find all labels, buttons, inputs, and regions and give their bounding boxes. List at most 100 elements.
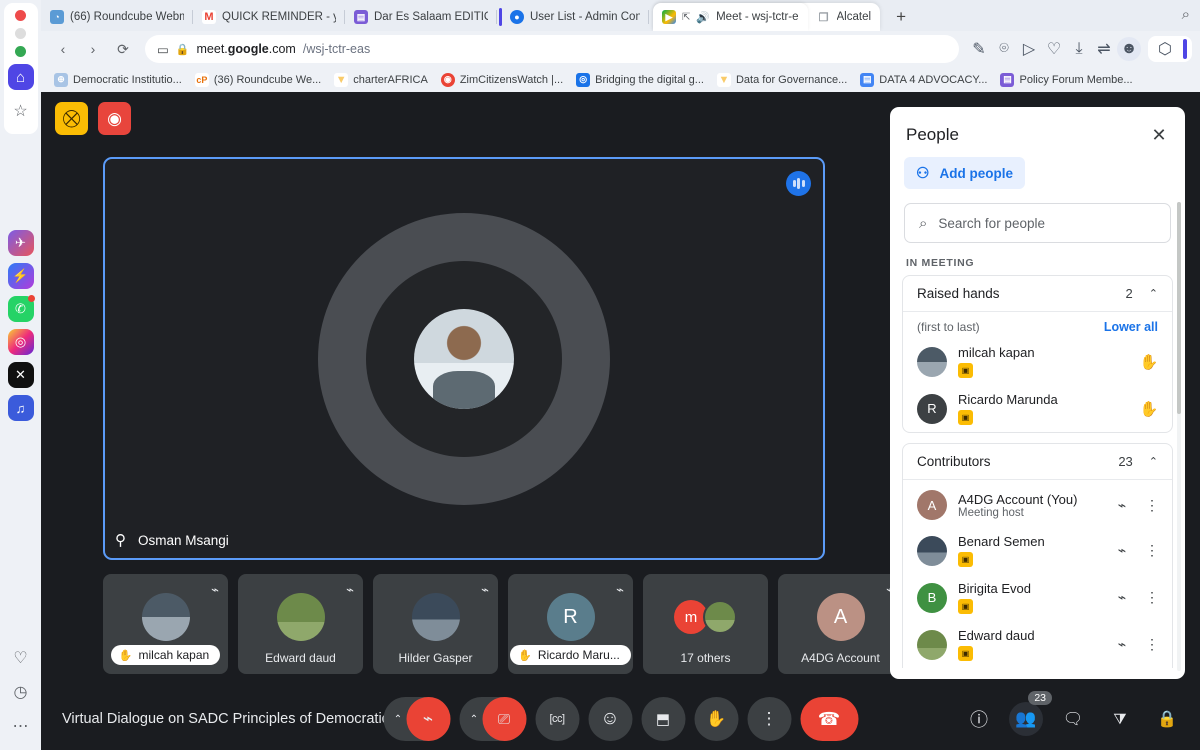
window-minimize-dot[interactable] bbox=[15, 28, 26, 39]
messenger-kids-icon[interactable]: ✈ bbox=[7, 230, 34, 256]
heart-icon[interactable]: ♡ bbox=[6, 644, 36, 672]
instagram-icon[interactable]: ◎ bbox=[7, 329, 34, 355]
chevron-up-icon[interactable]: ⌃ bbox=[1149, 287, 1158, 300]
list-item[interactable]: R Ricardo Marunda ▣ ✋ bbox=[903, 385, 1172, 432]
window-close-dot[interactable] bbox=[15, 10, 26, 21]
browser-tab-active[interactable]: ▶ ⇱ 🔊 Meet - wsj-tctr-e bbox=[653, 3, 808, 31]
pin-icon[interactable]: ⚲ bbox=[115, 531, 126, 549]
chevron-up-icon[interactable]: ⌃ bbox=[466, 714, 482, 725]
forward-button[interactable]: › bbox=[79, 35, 107, 63]
leave-call-button[interactable]: ☎ bbox=[800, 697, 858, 741]
hand-icon[interactable]: ✋ bbox=[1138, 400, 1160, 418]
window-maximize-dot[interactable] bbox=[15, 46, 26, 57]
new-tab-button[interactable]: + bbox=[888, 4, 914, 30]
address-bar[interactable]: ▭ 🔒 meet.google.com/wsj-tctr-eas bbox=[145, 35, 959, 63]
camera-control[interactable]: ⌃ ⎚ bbox=[459, 697, 526, 741]
extension-icon[interactable]: ⬡ bbox=[1153, 37, 1177, 61]
participant-tile[interactable]: ⌁ ✋ milcah kapan bbox=[103, 574, 228, 674]
more-options-button[interactable]: ⋮ bbox=[747, 697, 791, 741]
lock-icon[interactable]: 🔒 bbox=[176, 43, 190, 56]
vertical-dots-icon[interactable]: ⋮ bbox=[1144, 497, 1160, 514]
mic-control[interactable]: ⌃ ⌁ bbox=[383, 697, 450, 741]
bookmark-item[interactable]: ⊕ Democratic Institutio... bbox=[49, 71, 187, 89]
settings-sliders-icon[interactable]: ⇌ bbox=[1092, 37, 1116, 61]
more-icon[interactable]: ⋯ bbox=[6, 712, 36, 740]
vertical-dots-icon[interactable]: ⋮ bbox=[1144, 542, 1160, 559]
whatsapp-icon[interactable]: ✆ bbox=[7, 295, 35, 322]
contributors-header[interactable]: Contributors 23 ⌃ bbox=[903, 444, 1172, 480]
headphones-icon[interactable]: ♫ bbox=[7, 395, 34, 421]
participant-tile[interactable]: ⌁ A A4DG Account bbox=[778, 574, 903, 674]
list-item[interactable]: B Birigita Evod ▣ ⌁ ⋮ bbox=[903, 574, 1172, 621]
cast-icon[interactable]: ▭ bbox=[157, 42, 169, 57]
participant-tile[interactable]: ⌁ R ✋ Ricardo Maru... bbox=[508, 574, 633, 674]
download-icon[interactable]: ⤓ bbox=[1067, 37, 1091, 61]
chevron-up-icon[interactable]: ⌃ bbox=[390, 714, 406, 725]
search-input[interactable]: ⌕ Search for people bbox=[904, 203, 1171, 243]
camera-icon[interactable]: ⌾ bbox=[992, 37, 1016, 61]
bookmark-item[interactable]: ▤ Policy Forum Membe... bbox=[995, 71, 1137, 89]
history-icon[interactable]: ◷ bbox=[6, 678, 36, 706]
chat-button[interactable]: 🗨 bbox=[1056, 702, 1090, 736]
vertical-dots-icon[interactable]: ⋮ bbox=[1144, 636, 1160, 653]
list-item[interactable]: milcah kapan ▣ ✋ bbox=[903, 338, 1172, 385]
x-twitter-icon[interactable]: ✕ bbox=[7, 362, 34, 388]
recording-badge[interactable]: ◉ bbox=[98, 102, 131, 135]
send-icon[interactable]: ▷ bbox=[1017, 37, 1041, 61]
captions-button[interactable]: [cc] bbox=[535, 697, 579, 741]
edit-icon[interactable]: ✎ bbox=[967, 37, 991, 61]
heart-icon[interactable]: ♡ bbox=[1042, 37, 1066, 61]
bookmark-item[interactable]: ◎ Bridging the digital g... bbox=[571, 71, 709, 89]
home-icon[interactable]: ⌂ bbox=[7, 64, 34, 90]
overflow-participants-tile[interactable]: m 17 others bbox=[643, 574, 768, 674]
popout-icon[interactable]: ⇱ bbox=[682, 12, 690, 23]
mic-off-icon[interactable]: ⌁ bbox=[1111, 542, 1133, 559]
present-button[interactable]: ⬒ bbox=[641, 697, 685, 741]
list-item[interactable]: Edward daud ▣ ⌁ ⋮ bbox=[903, 621, 1172, 668]
participant-tile[interactable]: ⌁ Edward daud bbox=[238, 574, 363, 674]
meeting-details-button[interactable]: ⓘ bbox=[962, 702, 996, 736]
mic-button[interactable]: ⌁ bbox=[406, 697, 450, 741]
lower-all-button[interactable]: Lower all bbox=[1104, 320, 1158, 334]
back-button[interactable]: ‹ bbox=[49, 35, 77, 63]
bookmark-item[interactable]: ▤ DATA 4 ADVOCACY... bbox=[855, 71, 992, 89]
tab-audio-icon[interactable]: 🔊 bbox=[696, 11, 710, 24]
vertical-dots-icon[interactable]: ⋮ bbox=[1144, 589, 1160, 606]
messenger-icon[interactable]: ⚡ bbox=[7, 263, 34, 289]
people-button[interactable]: 👥 23 bbox=[1009, 691, 1052, 736]
chevron-up-icon[interactable]: ⌃ bbox=[1149, 455, 1158, 468]
list-item[interactable]: Benard Semen ▣ ⌁ ⋮ bbox=[903, 527, 1172, 574]
main-speaker-tile[interactable]: ⚲ Osman Msangi bbox=[103, 157, 825, 560]
raised-hands-header[interactable]: Raised hands 2 ⌃ bbox=[903, 276, 1172, 312]
browser-tab[interactable]: ◔ (66) Roundcube Webma bbox=[41, 3, 193, 31]
hand-icon[interactable]: ✋ bbox=[1138, 353, 1160, 371]
browser-tab[interactable]: ● User List - Admin Conso bbox=[497, 3, 649, 31]
bookmark-item[interactable]: ▼ charterAFRICA bbox=[329, 71, 433, 89]
participant-tile[interactable]: ⌁ Hilder Gasper bbox=[373, 574, 498, 674]
presentation-blocked-badge[interactable]: ⛒ bbox=[55, 102, 88, 135]
mic-off-icon[interactable]: ⌁ bbox=[1111, 589, 1133, 606]
host-controls-button[interactable]: 🔒 bbox=[1150, 702, 1184, 736]
bookmark-item[interactable]: cP (36) Roundcube We... bbox=[190, 71, 326, 89]
bookmark-item[interactable]: ▼ Data for Governance... bbox=[712, 71, 852, 89]
sidebar-toggle-indicator[interactable] bbox=[1183, 39, 1187, 59]
browser-tab[interactable]: M QUICK REMINDER - yus bbox=[193, 3, 345, 31]
panel-scrollbar-thumb[interactable] bbox=[1177, 202, 1181, 414]
star-icon[interactable]: ☆ bbox=[6, 97, 36, 125]
add-people-button[interactable]: ⚇ Add people bbox=[904, 157, 1025, 189]
mic-off-icon[interactable]: ⌁ bbox=[1111, 497, 1133, 514]
activities-button[interactable]: ⧩ bbox=[1103, 702, 1137, 736]
profile-icon[interactable]: ☻ bbox=[1117, 37, 1141, 61]
bookmark-item[interactable]: ◉ ZimCitizensWatch |... bbox=[436, 71, 568, 89]
browser-tab[interactable]: ▤ Dar Es Salaam EDITION bbox=[345, 3, 497, 31]
search-icon[interactable]: ⌕ bbox=[1182, 6, 1190, 23]
bookmark-label: Policy Forum Membe... bbox=[1019, 73, 1133, 86]
close-icon[interactable]: ✕ bbox=[1147, 123, 1171, 147]
list-item[interactable]: A A4DG Account (You) Meeting host ⌁ ⋮ bbox=[903, 480, 1172, 527]
browser-tab[interactable]: ❐ Alcatel bbox=[808, 3, 881, 31]
reactions-button[interactable]: ☺ bbox=[588, 697, 632, 741]
reload-button[interactable]: ⟳ bbox=[109, 35, 137, 63]
raise-hand-button[interactable]: ✋ bbox=[694, 697, 738, 741]
mic-off-icon[interactable]: ⌁ bbox=[1111, 636, 1133, 653]
camera-button[interactable]: ⎚ bbox=[482, 697, 526, 741]
